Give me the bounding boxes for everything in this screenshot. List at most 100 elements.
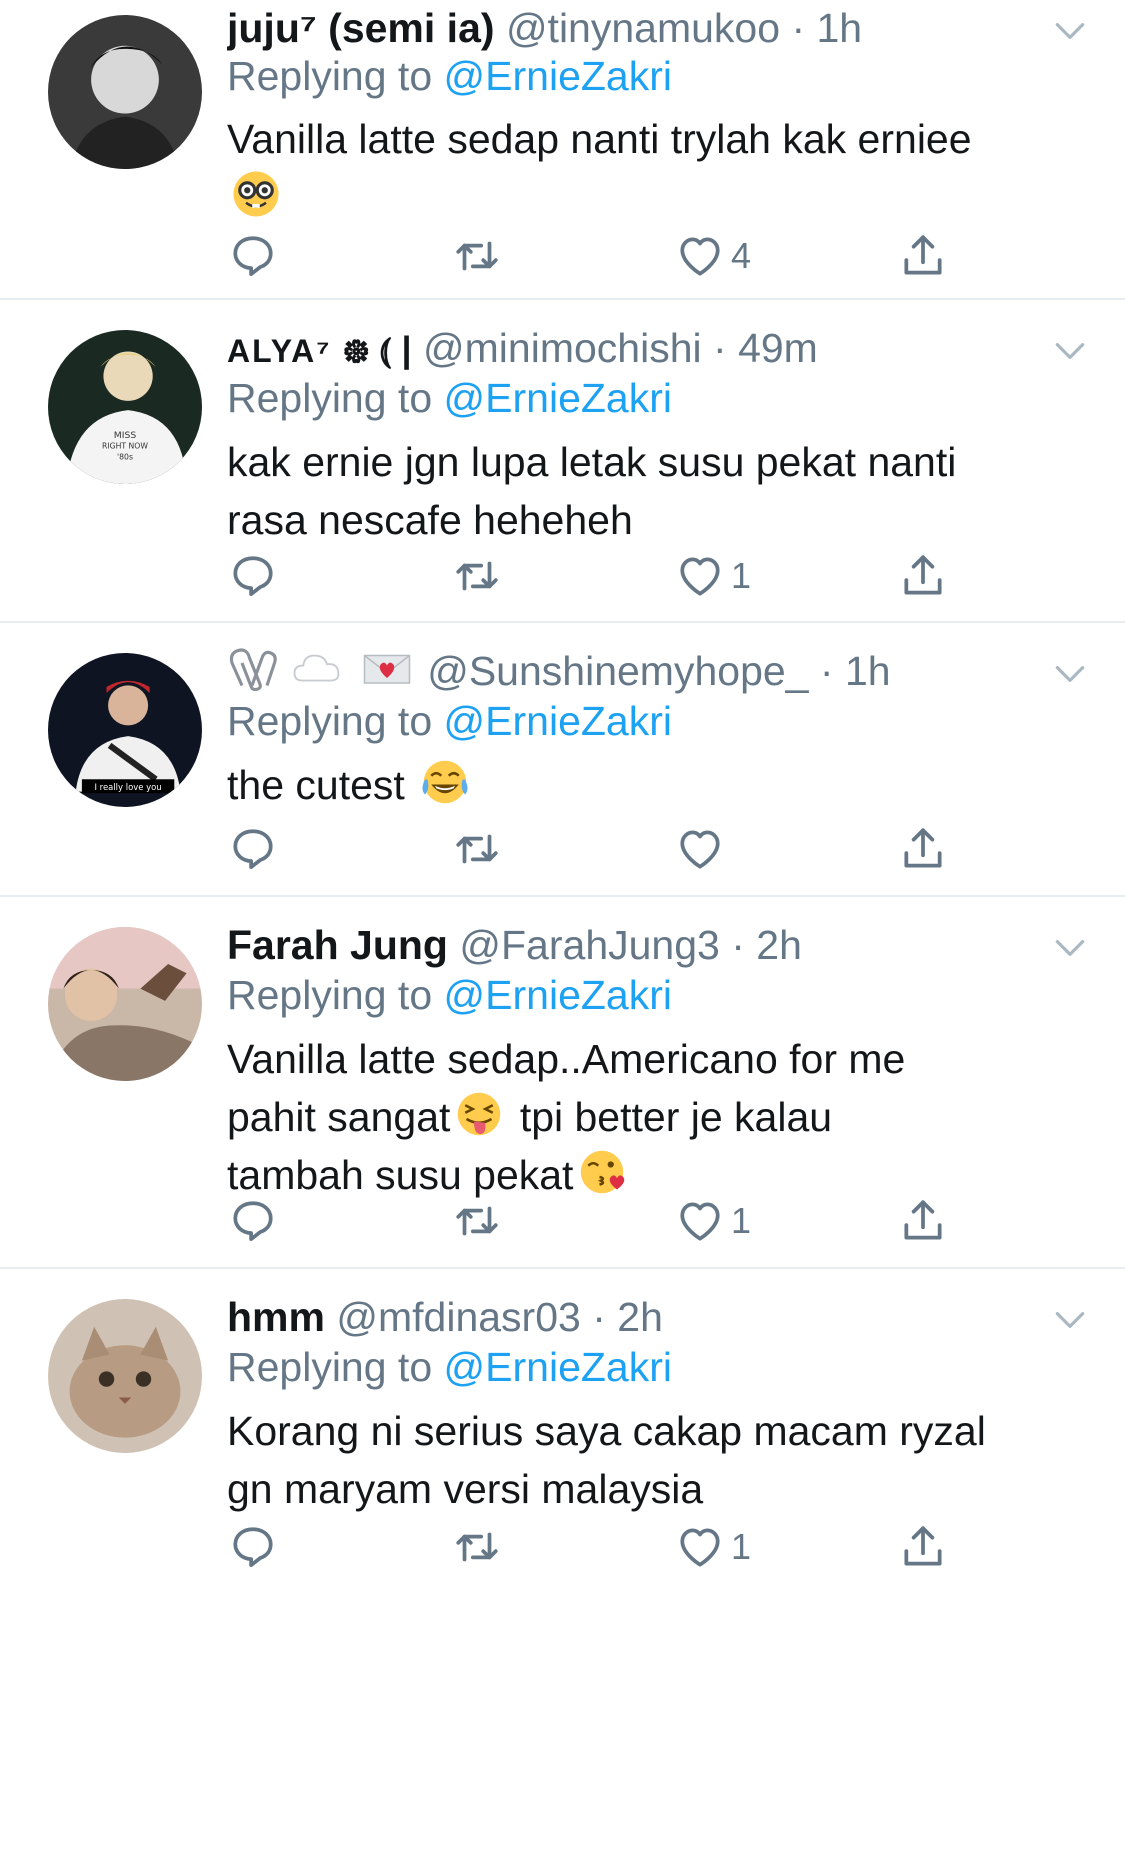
chevron-down-icon[interactable] (1051, 655, 1089, 693)
user-handle[interactable]: @minimochishi (423, 325, 702, 371)
timestamp[interactable]: 1h (845, 648, 891, 694)
chevron-down-icon[interactable] (1051, 929, 1089, 967)
tweet-text: the cutest (227, 756, 1095, 814)
like-button[interactable]: 1 (675, 548, 751, 604)
svg-text:RIGHT NOW: RIGHT NOW (102, 442, 148, 451)
replying-to: Replying to @ErnieZakri (227, 967, 672, 1023)
user-handle[interactable]: @FarahJung3 (459, 922, 719, 968)
avatar[interactable]: MISS RIGHT NOW '80s (48, 330, 202, 484)
separator-dot: · (713, 325, 727, 371)
share-icon (898, 824, 948, 874)
replying-to: Replying to @ErnieZakri (227, 693, 672, 749)
display-name[interactable]: juju⁷ (semi ia) (227, 5, 495, 51)
share-icon (898, 1522, 948, 1572)
display-name[interactable]: Farah Jung (227, 922, 448, 968)
chevron-down-icon[interactable] (1051, 12, 1089, 50)
chevron-down-icon[interactable] (1051, 1301, 1089, 1339)
tweet[interactable]: Farah Jung @FarahJung3 · 2h Replying to … (0, 897, 1125, 1269)
like-count: 1 (731, 1200, 752, 1241)
svg-text:MISS: MISS (114, 430, 137, 441)
reply-button[interactable] (228, 821, 278, 877)
retweet-button[interactable] (452, 548, 502, 604)
avatar[interactable] (48, 927, 202, 1081)
tweet[interactable]: I really love you @Sunshinemyhope_ · 1h … (0, 623, 1125, 897)
tweet-text: Vanilla latte sedap..Americano for me pa… (227, 1030, 1095, 1204)
retweet-icon (452, 551, 502, 601)
reply-icon (228, 1196, 278, 1246)
tweet-text: Vanilla latte sedap nanti trylah kak ern… (227, 110, 1095, 226)
like-count: 1 (731, 1526, 752, 1567)
retweet-button[interactable] (452, 1519, 502, 1575)
tongue-out-face-icon (458, 1092, 501, 1136)
reply-button[interactable] (228, 1519, 278, 1575)
avatar[interactable]: I really love you (48, 653, 202, 807)
tweet-actions: 1 (0, 548, 1125, 604)
retweet-icon (452, 1196, 502, 1246)
like-count: 4 (731, 235, 752, 276)
reply-icon (228, 231, 278, 281)
retweet-icon (452, 824, 502, 874)
replying-prefix: Replying to (227, 375, 433, 421)
tweet[interactable]: MISS RIGHT NOW '80s ALYA⁷ ᪥ ⦅ | @minimochi… (0, 300, 1125, 623)
replying-to: Replying to @ErnieZakri (227, 48, 672, 104)
avatar[interactable] (48, 1299, 202, 1453)
replying-to: Replying to @ErnieZakri (227, 370, 672, 426)
tears-of-joy-icon (422, 760, 468, 804)
reply-icon (228, 824, 278, 874)
tweet-header: @Sunshinemyhope_ · 1h (227, 643, 1015, 699)
mention-link[interactable]: @ErnieZakri (444, 375, 672, 421)
chevron-down-icon[interactable] (1051, 332, 1089, 370)
share-button[interactable] (898, 1519, 948, 1575)
user-handle[interactable]: @Sunshinemyhope_ (427, 648, 808, 694)
replying-prefix: Replying to (227, 53, 433, 99)
timestamp[interactable]: 2h (617, 1294, 663, 1340)
user-handle[interactable]: @mfdinasr03 (336, 1294, 580, 1340)
tweet-text-line: pahit sangat (227, 1094, 451, 1140)
heart-icon (675, 231, 725, 281)
retweet-button[interactable] (452, 821, 502, 877)
like-button[interactable] (675, 821, 731, 877)
separator-dot: · (592, 1294, 606, 1340)
display-name[interactable]: hmm (227, 1294, 325, 1340)
share-icon (898, 231, 948, 281)
heart-icon (675, 1522, 725, 1572)
retweet-button[interactable] (452, 1193, 502, 1249)
reply-button[interactable] (228, 548, 278, 604)
tweet[interactable]: juju⁷ (semi ia) @tinynamukoo · 1h Replyi… (0, 0, 1125, 300)
tweet-header: ALYA⁷ ᪥ ⦅ | @minimochishi · 49m (227, 320, 1015, 376)
tweet[interactable]: hmm @mfdinasr03 · 2h Replying to @ErnieZ… (0, 1269, 1125, 1859)
tweet-text-line: tpi better je kalau (519, 1094, 833, 1140)
svg-text:'80s: '80s (117, 452, 133, 461)
mention-link[interactable]: @ErnieZakri (444, 53, 672, 99)
replying-prefix: Replying to (227, 698, 433, 744)
like-button[interactable]: 4 (675, 228, 751, 284)
timestamp[interactable]: 2h (756, 922, 802, 968)
tweet-text-line: rasa nescafe heheheh (227, 497, 633, 543)
retweet-button[interactable] (452, 228, 502, 284)
like-button[interactable]: 1 (675, 1519, 751, 1575)
timestamp[interactable]: 1h (817, 5, 863, 51)
reply-button[interactable] (228, 228, 278, 284)
tweet-actions: 1 (0, 1519, 1125, 1575)
heart-icon (675, 1196, 725, 1246)
mention-link[interactable]: @ErnieZakri (444, 972, 672, 1018)
timestamp[interactable]: 49m (738, 325, 818, 371)
separator-dot: · (791, 5, 806, 51)
share-button[interactable] (898, 548, 948, 604)
tweet-text: kak ernie jgn lupa letak susu pekat nant… (227, 433, 1095, 549)
share-button[interactable] (898, 821, 948, 877)
like-button[interactable]: 1 (675, 1193, 751, 1249)
tweet-text-line: Korang ni serius saya cakap macam ryzal (227, 1408, 986, 1454)
share-button[interactable] (898, 1193, 948, 1249)
love-letter-icon (363, 654, 411, 684)
retweet-icon (452, 1522, 502, 1572)
mention-link[interactable]: @ErnieZakri (444, 698, 672, 744)
reply-button[interactable] (228, 1193, 278, 1249)
avatar[interactable] (48, 15, 202, 169)
cloud-icon (293, 654, 340, 682)
retweet-icon (452, 231, 502, 281)
display-name[interactable]: ALYA⁷ (227, 333, 331, 369)
user-handle[interactable]: @tinynamukoo (506, 5, 780, 51)
mention-link[interactable]: @ErnieZakri (444, 1344, 672, 1390)
share-button[interactable] (898, 228, 948, 284)
